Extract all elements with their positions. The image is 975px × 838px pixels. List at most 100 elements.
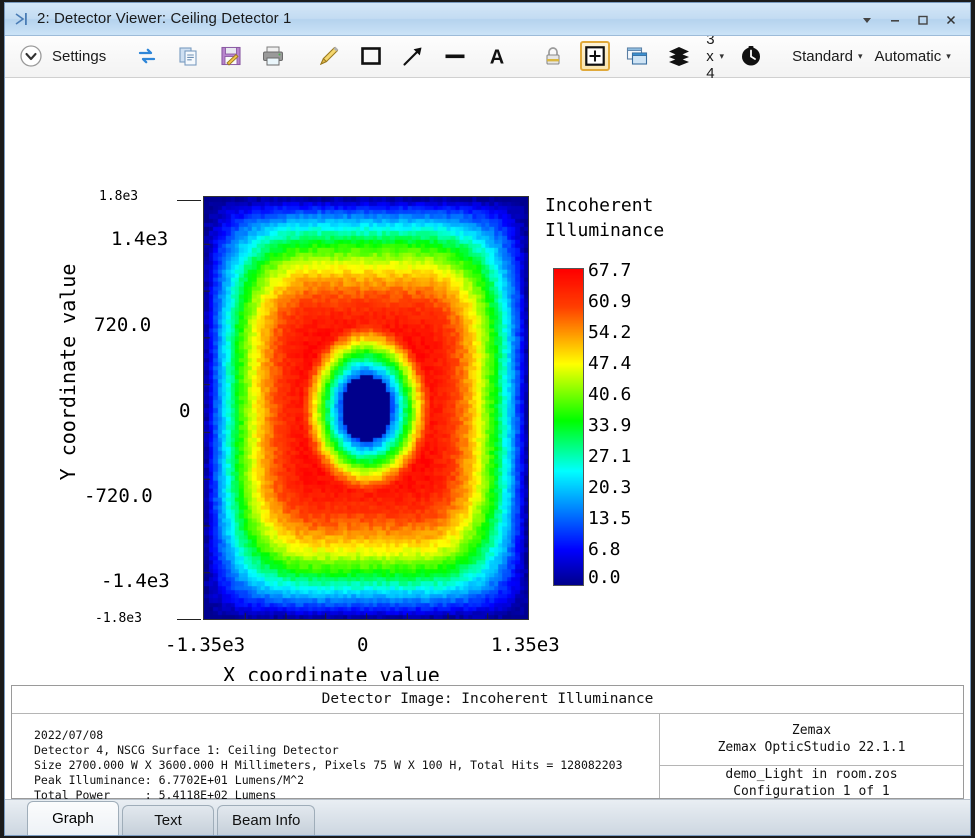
chevron-down-icon: ▾	[946, 50, 951, 61]
info-line-peak: Peak Illuminance: 6.7702E+01 Lumens/M^2	[34, 772, 305, 787]
style-dropdown[interactable]: Standard ▾	[787, 38, 867, 74]
zoom-fit-button[interactable]	[575, 38, 615, 74]
rectangle-icon	[356, 41, 386, 71]
print-icon	[258, 41, 288, 71]
detector-info-text: 2022/07/08 Detector 4, NSCG Surface 1: C…	[12, 713, 660, 802]
product-info: Zemax Zemax OpticStudio 22.1.1	[660, 714, 963, 766]
y-tick-label-neg1400: -1.4e3	[101, 569, 170, 592]
svg-text:A: A	[490, 47, 504, 69]
colorbar-tick-8: 13.5	[588, 507, 632, 529]
lock-button[interactable]	[533, 38, 573, 74]
print-button[interactable]	[253, 38, 293, 74]
toolbar: Settings A 3 x 4 ▾ Standard ▾ Automatic …	[5, 31, 970, 82]
window-title: 2: Detector Viewer: Ceiling Detector 1	[37, 10, 292, 28]
copy-button[interactable]	[169, 38, 209, 74]
window-controls	[854, 3, 964, 37]
chevron-down-icon: ▾	[857, 50, 863, 61]
text-annotation-icon: A	[482, 41, 512, 71]
minimize-button[interactable]	[882, 7, 908, 33]
colorbar-tick-0: 67.7	[588, 259, 632, 281]
annotate-arrow-button[interactable]	[393, 38, 433, 74]
colorbar-tick-9: 6.8	[588, 538, 621, 560]
tab-graph[interactable]: Graph	[27, 800, 119, 835]
info-line-date: 2022/07/08	[34, 727, 104, 742]
colorbar-tick-7: 20.3	[588, 476, 632, 498]
y-tick-label-1400: 1.4e3	[111, 227, 169, 250]
x-tick-label-0: 0	[357, 633, 369, 656]
legend-title-line2: Illuminance	[545, 219, 665, 241]
save-button[interactable]	[211, 38, 251, 74]
product-version: Zemax OpticStudio 22.1.1	[717, 740, 906, 756]
annotate-rectangle-button[interactable]	[351, 38, 391, 74]
layers-icon	[664, 41, 694, 71]
detector-heatmap[interactable]	[203, 195, 529, 620]
pencil-icon	[314, 41, 344, 71]
refresh-icon	[132, 41, 162, 71]
tab-bar: Graph Text Beam Info	[5, 798, 970, 835]
info-panel-right: Zemax Zemax OpticStudio 22.1.1 demo_Ligh…	[660, 714, 963, 800]
detector-plot-area: Y coordinate value 1.8e3 1.4e3 720.0 0 -…	[5, 77, 970, 681]
colorbar-tick-10: 0.0	[588, 566, 621, 588]
lock-icon	[538, 41, 568, 71]
tab-text[interactable]: Text	[122, 804, 214, 835]
colorbar-tick-2: 54.2	[588, 321, 632, 343]
x-tick-label-neg1350: -1.35e3	[165, 633, 246, 656]
title-bar: 2: Detector Viewer: Ceiling Detector 1	[5, 3, 970, 36]
close-button[interactable]	[938, 7, 964, 33]
x-axis-title: X coordinate value	[223, 662, 440, 681]
chevron-down-circle-icon	[16, 41, 46, 71]
info-line-detector: Detector 4, NSCG Surface 1: Ceiling Dete…	[34, 742, 339, 757]
tab-beam-info[interactable]: Beam Info	[217, 804, 316, 835]
settings-button[interactable]: Settings	[11, 38, 111, 74]
grid-size-dropdown[interactable]: 3 x 4 ▾	[701, 31, 729, 82]
window-arrange-icon	[622, 41, 652, 71]
settings-label: Settings	[52, 47, 107, 65]
colorbar-gradient	[553, 267, 584, 586]
y-tick-label-neg720: -720.0	[84, 484, 153, 507]
window-dropdown-button[interactable]	[854, 7, 880, 33]
style-label: Standard	[792, 47, 853, 65]
layers-button[interactable]	[659, 38, 699, 74]
annotate-text-button[interactable]: A	[477, 38, 517, 74]
chevron-down-icon: ▾	[719, 50, 725, 61]
clock-icon	[736, 41, 766, 71]
arrow-icon	[398, 41, 428, 71]
line-icon	[440, 41, 470, 71]
save-icon	[216, 41, 246, 71]
colorbar-tick-1: 60.9	[588, 290, 632, 312]
configuration-label: Configuration 1 of 1	[733, 783, 890, 799]
y-leader-line-bottom	[177, 618, 201, 620]
legend-title-line1: Incoherent	[545, 194, 654, 216]
y-tick-label-720: 720.0	[94, 313, 152, 336]
info-panel-header: Detector Image: Incoherent Illuminance	[12, 686, 963, 714]
scale-label: Automatic	[874, 47, 942, 65]
y-leader-line-top	[177, 199, 201, 201]
copy-icon	[174, 41, 204, 71]
detector-window-icon	[13, 10, 31, 28]
grid-size-label: 3 x 4	[706, 30, 715, 82]
y-tick-label-1800: 1.8e3	[99, 188, 139, 204]
info-panel: Detector Image: Incoherent Illuminance 2…	[11, 684, 964, 802]
info-panel-body: 2022/07/08 Detector 4, NSCG Surface 1: C…	[12, 713, 963, 802]
y-tick-label-0: 0	[179, 399, 191, 422]
window-arrange-button[interactable]	[617, 38, 657, 74]
scale-dropdown[interactable]: Automatic ▾	[870, 38, 956, 74]
x-tick-label-1350: 1.35e3	[491, 633, 560, 656]
annotate-pencil-button[interactable]	[309, 38, 349, 74]
clock-button[interactable]	[731, 38, 771, 74]
colorbar-tick-5: 33.9	[588, 414, 632, 436]
refresh-button[interactable]	[127, 38, 167, 74]
colorbar-tick-4: 40.6	[588, 383, 632, 405]
detector-viewer-window: 2: Detector Viewer: Ceiling Detector 1 S…	[4, 2, 971, 836]
y-tick-label-neg1800: -1.8e3	[95, 610, 142, 626]
colorbar-tick-3: 47.4	[588, 352, 632, 374]
file-name: demo_Light in room.zos	[725, 766, 898, 782]
colorbar-tick-6: 27.1	[588, 445, 632, 467]
zoom-fit-icon	[580, 41, 611, 72]
product-vendor: Zemax	[791, 723, 832, 739]
maximize-button[interactable]	[910, 7, 936, 33]
y-axis-title: Y coordinate value	[56, 263, 80, 481]
annotate-line-button[interactable]	[435, 38, 475, 74]
file-info: demo_Light in room.zos Configuration 1 o…	[660, 766, 963, 800]
info-line-size: Size 2700.000 W X 3600.000 H Millimeters…	[34, 757, 623, 772]
